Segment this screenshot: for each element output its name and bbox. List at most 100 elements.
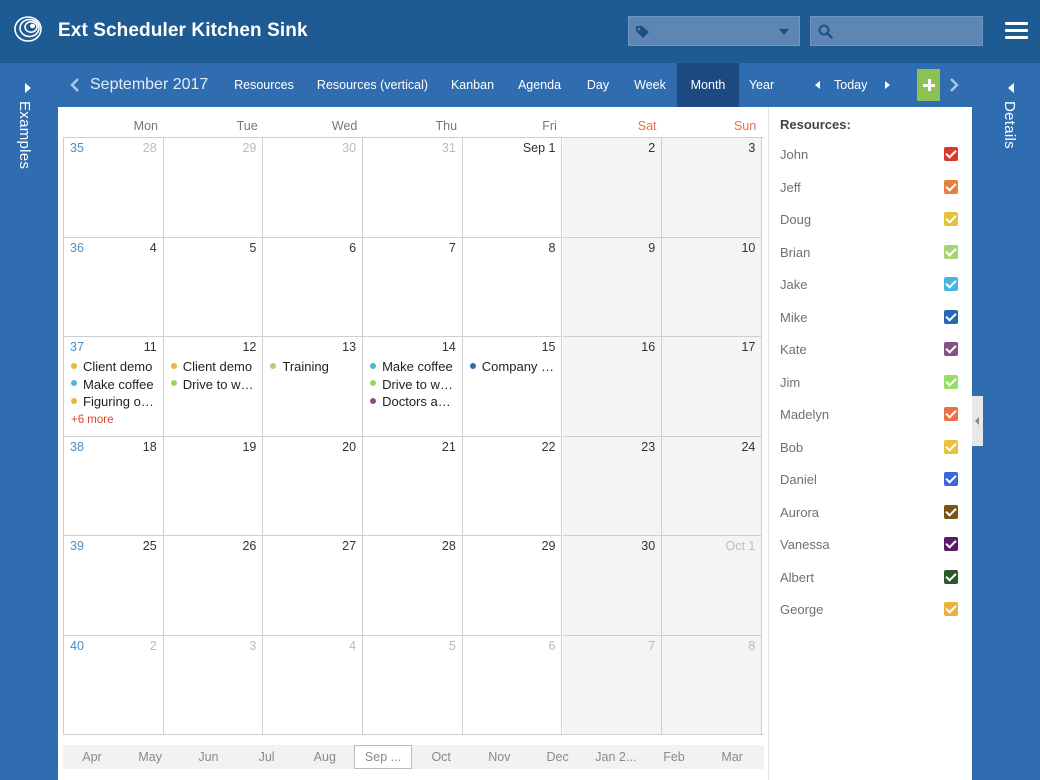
view-button-resources-vertical[interactable]: Resources (vertical) (306, 63, 439, 107)
day-cell[interactable]: 9 (562, 237, 663, 337)
calendar-event[interactable]: Training (270, 359, 357, 376)
month-strip-item[interactable]: Feb (645, 745, 703, 769)
resource-checkbox[interactable] (944, 602, 958, 616)
week-number[interactable]: 40 (70, 639, 84, 653)
week-number[interactable]: 37 (70, 340, 84, 354)
tag-filter-combo[interactable] (628, 16, 800, 46)
resource-item[interactable]: Albert (769, 565, 972, 591)
resource-item[interactable]: Vanessa (769, 532, 972, 558)
calendar-event[interactable]: Drive to work (370, 377, 457, 394)
calendar-event[interactable]: Company meeting (469, 359, 556, 376)
day-cell[interactable]: 3 (662, 138, 763, 238)
view-button-month[interactable]: Month (677, 63, 739, 107)
resource-checkbox[interactable] (944, 504, 958, 519)
day-cell[interactable]: 19 (163, 436, 264, 536)
month-strip-item[interactable]: Mar (703, 745, 761, 769)
previous-period-icon[interactable] (815, 81, 820, 89)
calendar-event[interactable]: Doctors appointment (370, 394, 457, 411)
month-strip-item[interactable]: Dec (529, 745, 587, 769)
day-cell[interactable]: 14 Make coffee Drive to work Doctors appoin… (363, 337, 463, 437)
resource-item[interactable]: Mike (769, 305, 972, 331)
more-events-link[interactable]: +6 more (71, 414, 114, 426)
day-cell[interactable]: 29 (163, 138, 264, 238)
day-cell[interactable]: 12 Client demo Drive to work (163, 337, 264, 437)
day-cell[interactable]: 13 Training (263, 337, 364, 437)
resource-item[interactable]: Aurora (769, 500, 972, 526)
month-strip-item[interactable]: May (121, 745, 179, 769)
view-button-kanban[interactable]: Kanban (439, 63, 506, 107)
view-button-week[interactable]: Week (623, 63, 677, 107)
day-cell[interactable]: 39 25 (64, 536, 164, 636)
day-cell[interactable]: 21 (363, 436, 463, 536)
day-cell[interactable]: 7 (363, 237, 463, 337)
chevron-left-icon[interactable] (70, 77, 80, 93)
resource-checkbox[interactable] (944, 244, 958, 259)
day-cell[interactable]: 17 (662, 337, 763, 437)
resource-item[interactable]: Bob (769, 435, 972, 461)
month-strip-item[interactable]: Sep ... (354, 745, 412, 769)
week-number[interactable]: 35 (70, 141, 84, 155)
day-cell[interactable]: 6 (462, 635, 563, 735)
day-cell[interactable]: 22 (462, 436, 563, 536)
day-cell[interactable]: 5 (163, 237, 264, 337)
resource-item[interactable]: Kate (769, 337, 972, 363)
day-cell[interactable]: 37 11 Client demo Make coffee Figuring out s… (64, 337, 164, 437)
calendar-event[interactable]: Client demo (71, 359, 158, 376)
day-cell[interactable]: 27 (263, 536, 364, 636)
day-cell[interactable]: 10 (662, 237, 763, 337)
view-button-resources[interactable]: Resources (222, 63, 306, 107)
calendar-event[interactable]: Make coffee (71, 377, 158, 394)
resource-checkbox[interactable] (944, 342, 958, 356)
hamburger-menu-icon[interactable] (1005, 22, 1028, 41)
resource-checkbox[interactable] (944, 374, 958, 389)
day-cell[interactable]: 28 (363, 536, 463, 636)
month-strip-item[interactable]: Jul (238, 745, 296, 769)
resource-item[interactable]: Doug (769, 207, 972, 233)
resource-checkbox[interactable] (944, 309, 958, 324)
resource-checkbox[interactable] (944, 407, 958, 421)
resource-item[interactable]: Jeff (769, 175, 972, 201)
day-cell[interactable]: 31 (363, 138, 463, 238)
week-number[interactable]: 38 (70, 440, 84, 454)
examples-label[interactable]: Examples (16, 101, 33, 169)
day-cell[interactable]: 40 2 (64, 635, 164, 735)
day-cell[interactable]: 6 (263, 237, 364, 337)
resource-checkbox[interactable] (944, 569, 958, 584)
month-strip-item[interactable]: Nov (470, 745, 528, 769)
day-cell[interactable]: 38 18 (64, 436, 164, 536)
day-cell[interactable]: 4 (263, 635, 364, 735)
day-cell[interactable]: 8 (662, 635, 763, 735)
day-cell[interactable]: 15 Company meeting (462, 337, 563, 437)
day-cell[interactable]: Oct 1 (662, 536, 763, 636)
day-cell[interactable]: 35 28 (64, 138, 164, 238)
details-panel[interactable]: Details (983, 63, 1040, 780)
month-strip-item[interactable]: Jun (179, 745, 237, 769)
week-number[interactable]: 36 (70, 241, 84, 255)
month-strip-item[interactable]: Apr (63, 745, 121, 769)
day-cell[interactable]: 24 (662, 436, 763, 536)
resource-checkbox[interactable] (944, 439, 958, 454)
week-number[interactable]: 39 (70, 539, 84, 553)
day-cell[interactable]: 3 (163, 635, 264, 735)
day-cell[interactable]: 23 (562, 436, 663, 536)
day-cell[interactable]: Sep 1 (462, 138, 563, 238)
next-period-icon[interactable] (885, 81, 890, 89)
collapse-resources-handle[interactable] (972, 396, 983, 446)
today-button[interactable]: Today (834, 63, 867, 107)
day-cell[interactable]: 8 (462, 237, 563, 337)
resource-checkbox[interactable] (944, 472, 958, 486)
month-strip-item[interactable]: Oct (412, 745, 470, 769)
view-button-year[interactable]: Year (739, 63, 784, 107)
day-cell[interactable]: 16 (562, 337, 663, 437)
day-cell[interactable]: 36 4 (64, 237, 164, 337)
resource-checkbox[interactable] (944, 537, 958, 551)
details-label[interactable]: Details (1001, 101, 1018, 149)
resource-item[interactable]: George (769, 597, 972, 623)
resource-item[interactable]: Daniel (769, 467, 972, 493)
day-cell[interactable]: 2 (562, 138, 663, 238)
resource-checkbox[interactable] (944, 212, 958, 226)
resource-item[interactable]: Brian (769, 240, 972, 266)
resource-checkbox[interactable] (944, 277, 958, 291)
day-cell[interactable]: 26 (163, 536, 264, 636)
expand-arrow-icon[interactable] (25, 83, 31, 93)
